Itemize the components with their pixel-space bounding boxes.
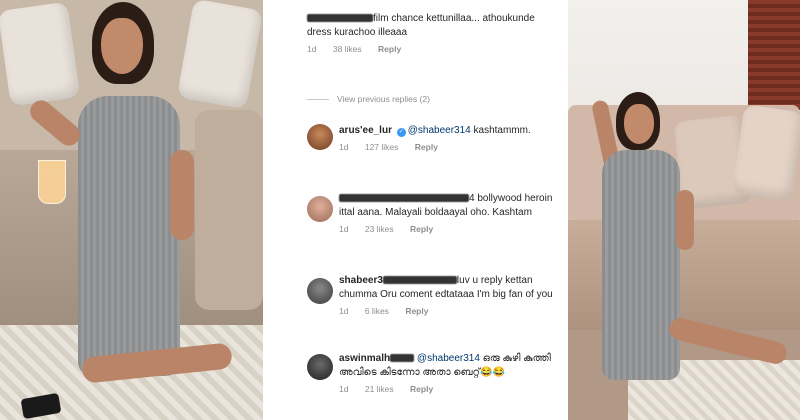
avatar[interactable]	[307, 354, 333, 380]
redacted-username	[339, 194, 469, 203]
reply-comment: 4 bollywood heroin ittal aana. Malayali …	[307, 192, 557, 234]
comment-time: 1d	[307, 44, 317, 54]
reply-comment: arus'ee_lur ✓ @shabeer314 kashtammm. 1d 1…	[307, 124, 557, 152]
redacted-username	[390, 354, 415, 363]
divider-line	[307, 99, 329, 101]
right-photo	[568, 0, 800, 420]
reply-button[interactable]: Reply	[378, 44, 401, 54]
reply-button[interactable]: Reply	[410, 384, 433, 394]
arm	[676, 190, 694, 250]
comments-panel: film chance kettunillaa... athoukunde dr…	[263, 0, 568, 420]
comment-meta: 1d 6 likes Reply	[339, 306, 557, 316]
comment-likes[interactable]: 38 likes	[333, 44, 362, 54]
avatar[interactable]	[307, 278, 333, 304]
comment-time: 1d	[339, 224, 349, 234]
redacted-username	[307, 14, 373, 23]
comment-mention[interactable]: @shabeer314	[417, 353, 480, 364]
face	[624, 104, 654, 144]
window-blinds	[748, 0, 800, 110]
avatar[interactable]	[307, 124, 333, 150]
comment-likes[interactable]: 21 likes	[365, 384, 394, 394]
left-photo	[0, 0, 263, 420]
comment-time: 1d	[339, 306, 349, 316]
comment-time: 1d	[339, 384, 349, 394]
grey-dress	[602, 150, 680, 380]
reply-button[interactable]: Reply	[415, 142, 438, 152]
comment-likes[interactable]: 6 likes	[365, 306, 389, 316]
cushion	[732, 104, 800, 202]
reply-comment: aswinmalh @shabeer314 ഒരു കുഴി കുത്തി അവ…	[307, 352, 557, 394]
arm	[170, 150, 194, 240]
comment-username[interactable]: shabeer3	[339, 275, 383, 286]
cushion	[0, 1, 81, 107]
view-previous-label: View previous replies (2)	[337, 94, 430, 104]
comment-username[interactable]: aswinmalh	[339, 353, 390, 364]
comment-time: 1d	[339, 142, 349, 152]
comment-text: kashtammm.	[470, 125, 531, 136]
view-previous-replies[interactable]: View previous replies (2)	[307, 94, 430, 104]
comment-meta: 1d 21 likes Reply	[339, 384, 557, 394]
face	[101, 18, 143, 74]
avatar[interactable]	[307, 196, 333, 222]
comment-likes[interactable]: 23 likes	[365, 224, 394, 234]
top-comment: film chance kettunillaa... athoukunde dr…	[307, 12, 557, 54]
reply-button[interactable]: Reply	[410, 224, 433, 234]
reply-button[interactable]: Reply	[405, 306, 428, 316]
comment-meta: 1d 38 likes Reply	[307, 44, 557, 54]
sofa-arm	[195, 110, 263, 310]
comment-meta: 1d 127 likes Reply	[339, 142, 557, 152]
redacted-username	[382, 276, 457, 285]
comment-mention[interactable]: @shabeer314	[408, 125, 471, 136]
verified-badge-icon: ✓	[396, 128, 406, 137]
comment-meta: 1d 23 likes Reply	[339, 224, 557, 234]
drink-glass	[38, 160, 66, 204]
comment-likes[interactable]: 127 likes	[365, 142, 399, 152]
comment-username[interactable]: arus'ee_lur	[339, 125, 392, 136]
reply-comment: shabeer3 luv u reply kettan chumma Oru co…	[307, 274, 557, 316]
grey-dress	[78, 96, 180, 376]
